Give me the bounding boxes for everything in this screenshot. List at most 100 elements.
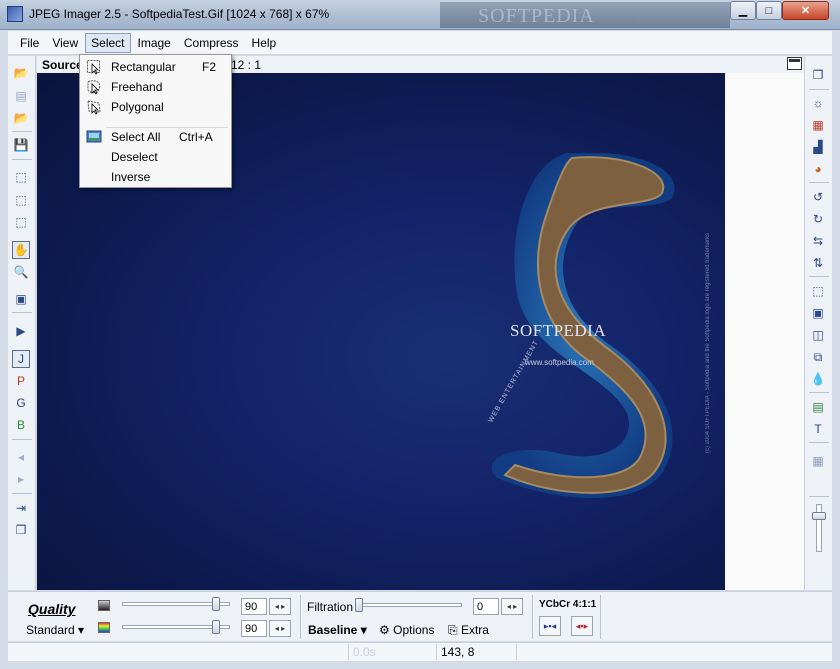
left-toolbar: 📂 ▤ 📂 💾 ⬚ ⬚ ⬚ ✋ 🔍 ▣ ▶ J P G B ◂ ▸ ⇥ ❐ (8, 56, 36, 590)
chrominance-spinner[interactable]: ◂ ▸ (269, 620, 291, 637)
freehand-select-tool-icon[interactable]: ⬚ (12, 191, 30, 209)
extra-label: Extra (460, 623, 489, 637)
menu-select[interactable]: Select (85, 32, 131, 53)
restore-pane-icon[interactable] (787, 57, 802, 70)
luminance-value[interactable]: 90 (241, 598, 267, 615)
status-empty (516, 644, 832, 660)
panel-separator (300, 595, 301, 639)
menu-image[interactable]: Image (132, 33, 177, 53)
menu-help[interactable]: Help (246, 33, 283, 53)
inverse-label: Inverse (111, 170, 151, 184)
status-time: 0.0s (348, 644, 436, 660)
status-bar: 0.0s 143, 8 (8, 642, 832, 661)
title-watermark: SOFTPEDIA (440, 2, 730, 28)
fit-icon[interactable]: ▣ (12, 290, 30, 308)
brightness-icon[interactable]: ☼ (809, 94, 827, 112)
histogram-icon[interactable]: ▟ (809, 138, 827, 156)
next-icon[interactable]: ▸ (12, 470, 30, 488)
bmp-format-icon[interactable]: B (12, 416, 30, 434)
app-icon (7, 6, 23, 22)
paste-icon[interactable]: ▤ (12, 87, 30, 105)
subsampling-decrease-icon[interactable]: ▸▪◂ (539, 616, 561, 636)
crop-icon[interactable]: ⬚ (809, 282, 827, 300)
window-title: JPEG Imager 2.5 - SoftpediaTest.Gif [102… (29, 7, 330, 21)
menu-file[interactable]: File (14, 33, 45, 53)
filtration-value[interactable]: 0 (473, 598, 499, 615)
title-watermark-text: SOFTPEDIA (478, 5, 595, 27)
filtration-spinner[interactable]: ◂ ▸ (501, 598, 523, 615)
minimize-button[interactable]: ▁ (730, 1, 756, 20)
jpeg-format-icon[interactable]: J (12, 350, 30, 368)
menu-item-deselect[interactable]: Deselect (82, 147, 230, 167)
compression-panel: Quality Standard ▾ 90 ◂ ▸ 90 ◂ ▸ Filtrat… (8, 591, 832, 641)
quality-preset-select[interactable]: Standard ▾ (26, 623, 84, 637)
color-wheel-icon[interactable]: ◕ (809, 160, 827, 178)
gif-format-icon[interactable]: G (12, 394, 30, 412)
polygon-select-icon (86, 99, 102, 115)
encoding-mode-value: Baseline (308, 623, 358, 637)
drop-icon[interactable]: 💧 (809, 370, 827, 388)
filtration-slider-thumb[interactable] (355, 598, 363, 612)
compression-ratio: 12 : 1 (231, 58, 262, 72)
menu-item-polygonal[interactable]: Polygonal (82, 97, 230, 117)
options-button[interactable]: ⚙ Options (379, 623, 434, 637)
close-button[interactable]: ✕ (782, 1, 829, 20)
menu-bar: File View Select Image Compress Help (8, 31, 832, 55)
menu-item-inverse[interactable]: Inverse (82, 167, 230, 187)
select-all-shortcut: Ctrl+A (179, 130, 213, 144)
save-icon[interactable]: 💾 (12, 136, 30, 154)
filtration-slider[interactable] (355, 603, 462, 607)
rotate-right-icon[interactable]: ↻ (809, 210, 827, 228)
chrominance-slider-thumb[interactable] (212, 620, 220, 634)
run-icon[interactable]: ▶ (12, 322, 30, 340)
rect-select-tool-icon[interactable]: ⬚ (12, 168, 30, 186)
hand-tool-icon[interactable]: ✋ (12, 241, 30, 259)
subsampling-label: YCbCr 4:1:1 (539, 599, 597, 610)
empty-canvas-area (725, 73, 804, 590)
soft-edge-thumb[interactable] (812, 512, 826, 520)
polygonal-label: Polygonal (111, 100, 164, 114)
panel-separator (532, 595, 533, 639)
menu-item-freehand[interactable]: Freehand (82, 77, 230, 97)
menu-item-rectangular[interactable]: Rectangular F2 (82, 57, 230, 77)
border-icon[interactable]: ⧉ (809, 348, 827, 366)
rectangular-label: Rectangular (111, 60, 176, 74)
polygon-select-tool-icon[interactable]: ⬚ (12, 213, 30, 231)
luminance-spinner[interactable]: ◂ ▸ (269, 598, 291, 615)
maximize-button[interactable]: □ (756, 1, 782, 20)
export-icon[interactable]: ⇥ (12, 499, 30, 517)
deselect-label: Deselect (111, 150, 158, 164)
menu-compress[interactable]: Compress (178, 33, 245, 53)
copy-icon[interactable]: ❐ (12, 521, 30, 539)
menu-view[interactable]: View (46, 33, 84, 53)
status-coordinates: 143, 8 (436, 644, 516, 660)
softpedia-url-text: www.softpedia.com (525, 358, 594, 367)
encoding-mode-select[interactable]: Baseline ▾ (308, 623, 367, 637)
extra-button[interactable]: ⎘ Extra (448, 623, 489, 638)
flip-horizontal-icon[interactable]: ⇆ (809, 232, 827, 250)
prev-icon[interactable]: ◂ (12, 448, 30, 466)
luminance-slider-thumb[interactable] (212, 597, 220, 611)
canvas-size-icon[interactable]: ◫ (809, 326, 827, 344)
color-balance-icon[interactable]: ▦ (809, 116, 827, 134)
flip-vertical-icon[interactable]: ⇅ (809, 254, 827, 272)
subsampling-increase-icon[interactable]: ◂▪▸ (571, 616, 593, 636)
chrominance-value[interactable]: 90 (241, 620, 267, 637)
rotate-left-icon[interactable]: ↺ (809, 188, 827, 206)
open-folder-icon[interactable]: 📂 (12, 64, 30, 82)
menu-item-select-all[interactable]: Select All Ctrl+A (82, 127, 230, 147)
frame-icon[interactable]: ▤ (809, 398, 827, 416)
chrominance-icon (98, 622, 110, 633)
resize-icon[interactable]: ▣ (809, 304, 827, 322)
png-format-icon[interactable]: P (12, 372, 30, 390)
select-all-icon (86, 129, 102, 145)
right-toolbar: ❐ ☼ ▦ ▟ ◕ ↺ ↻ ⇆ ⇅ ⬚ ▣ ◫ ⧉ 💧 ▤ T ▦ (804, 56, 832, 590)
luminance-icon (98, 600, 110, 611)
soft-edge-icon[interactable]: ▦ (809, 452, 827, 470)
freehand-select-icon (86, 79, 102, 95)
open-file-icon[interactable]: 📂 (12, 109, 30, 127)
rectangular-shortcut: F2 (202, 60, 217, 74)
text-tool-icon[interactable]: T (809, 420, 827, 438)
layers-icon[interactable]: ❐ (809, 66, 827, 84)
zoom-icon[interactable]: 🔍 (12, 263, 30, 281)
